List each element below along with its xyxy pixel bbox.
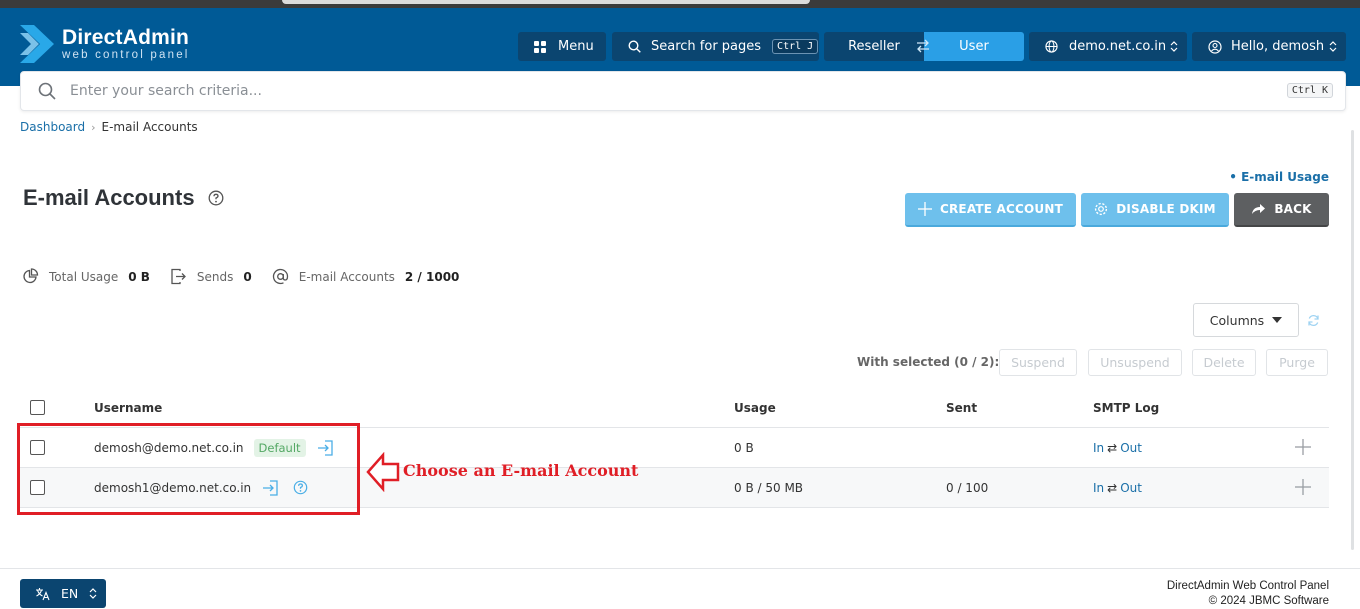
usage-value: 0 B / 50 MB [734,480,804,495]
user-menu[interactable]: Hello, demosh [1192,32,1346,61]
column-header-sent[interactable]: Sent [946,388,977,427]
smtp-in-link[interactable]: In [1093,441,1104,455]
column-header-smtp-log: SMTP Log [1093,400,1160,415]
sign-out-icon [171,268,186,285]
page-scrollbar[interactable] [1351,130,1354,550]
directadmin-logo-icon [20,25,54,63]
swap-arrows-icon [917,39,929,53]
user-label: User [959,39,989,54]
pie-chart-icon [23,268,39,284]
updown-chevron-icon [1329,41,1337,52]
search-icon [628,40,641,53]
stat-sends: Sends 0 [170,268,252,285]
annotation-arrow-left-icon [366,452,400,492]
total-usage-label: Total Usage [49,269,119,284]
domain-label: demo.net.co.in [1069,39,1167,54]
columns-dropdown[interactable]: Columns [1193,303,1299,337]
menu-button[interactable]: Menu [518,32,606,61]
create-account-label: CREATE ACCOUNT [939,202,1064,216]
select-all-checkbox[interactable] [30,400,45,415]
updown-chevron-icon [89,588,97,599]
footer-line-1: DirectAdmin Web Control Panel [1166,580,1329,592]
table-header: Username Usage Sent SMTP Log [20,388,1329,428]
menu-label: Menu [558,39,594,54]
back-label: BACK [1274,202,1312,216]
search-pages-shortcut: Ctrl J [772,39,819,54]
search-icon [38,82,56,100]
sent-value: 0 / 100 [946,480,989,495]
search-pages-label: Search for pages [651,39,762,54]
stat-total-usage: Total Usage 0 B [22,268,150,285]
account-level-switch[interactable]: Reseller User [824,32,1024,61]
sends-label: Sends [196,269,234,284]
unsuspend-button[interactable]: Unsuspend [1088,349,1182,376]
total-usage-value: 0 B [128,269,150,284]
domain-selector[interactable]: demo.net.co.in [1029,32,1187,61]
grid-icon [534,40,546,53]
reseller-toggle[interactable]: Reseller [824,32,924,61]
gear-icon [1095,202,1108,216]
expand-plus-icon[interactable] [1295,479,1311,495]
plus-icon [917,202,932,216]
updown-chevron-icon [1170,41,1178,52]
smtp-in-link[interactable]: In [1093,481,1104,495]
delete-button[interactable]: Delete [1192,349,1256,376]
sends-value: 0 [243,269,252,284]
at-sign-icon [272,268,288,285]
translate-icon [36,587,50,600]
expand-plus-icon[interactable] [1295,439,1311,455]
brand-logo[interactable]: DirectAdmin web control panel [20,25,190,63]
disable-dkim-button[interactable]: DISABLE DKIM [1081,193,1229,227]
user-circle-icon [1208,39,1222,54]
suspend-button[interactable]: Suspend [999,349,1077,376]
annotation-highlight-box [17,423,360,515]
email-usage-link[interactable]: • E-mail Usage [1229,170,1329,184]
footer-line-2: © 2024 JBMC Software [1208,595,1329,607]
column-header-usage[interactable]: Usage [734,388,776,427]
global-search-bar[interactable]: Ctrl K [20,71,1346,111]
create-account-button[interactable]: CREATE ACCOUNT [905,193,1076,227]
user-toggle[interactable]: User [924,32,1024,61]
breadcrumb-dashboard-link[interactable]: Dashboard [20,120,85,134]
purge-button[interactable]: Purge [1266,349,1328,376]
columns-label: Columns [1209,312,1265,328]
browser-tab-bar [282,0,810,4]
stat-email-accounts: E-mail Accounts 2 / 1000 [272,268,460,285]
email-accounts-value: 2 / 1000 [404,269,460,284]
brand-title: DirectAdmin [62,25,190,49]
page-title: E-mail Accounts [23,185,195,210]
greeting-label: Hello, demosh [1231,39,1325,54]
reseller-label: Reseller [848,39,900,54]
language-selector[interactable]: EN [20,579,106,608]
smtp-out-link[interactable]: Out [1120,481,1142,495]
smtp-out-link[interactable]: Out [1120,441,1142,455]
footer-copyright: DirectAdmin Web Control Panel © 2024 JBM… [1167,579,1329,609]
disable-dkim-label: DISABLE DKIM [1116,202,1216,216]
footer-divider [0,568,1360,569]
annotation-text: Choose an E-mail Account [403,461,639,480]
back-button[interactable]: BACK [1234,193,1329,227]
breadcrumb-current: E-mail Accounts [101,120,198,134]
share-arrow-icon [1252,204,1266,214]
language-label: EN [61,586,79,601]
browser-top-strip [0,0,1360,8]
email-accounts-label: E-mail Accounts [298,269,395,284]
search-pages-button[interactable]: Search for pages Ctrl J [612,32,819,61]
global-search-shortcut: Ctrl K [1286,83,1333,98]
swap-arrows-icon: ⇄ [1107,440,1118,455]
caret-down-icon [1272,317,1283,323]
brand-subtitle: web control panel [62,48,190,61]
swap-arrows-icon: ⇄ [1107,480,1118,495]
global-search-input[interactable] [70,83,1250,99]
account-stats: Total Usage 0 B Sends 0 E-mail Accounts … [22,268,479,285]
globe-icon [1045,40,1058,53]
column-header-username[interactable]: Username [94,388,162,427]
breadcrumb: Dashboard › E-mail Accounts [20,120,198,134]
chevron-right-icon: › [91,120,96,134]
refresh-icon[interactable] [1307,314,1320,327]
help-icon[interactable] [208,190,224,206]
usage-value: 0 B [734,440,754,455]
with-selected-label: With selected (0 / 2): [857,355,1000,369]
